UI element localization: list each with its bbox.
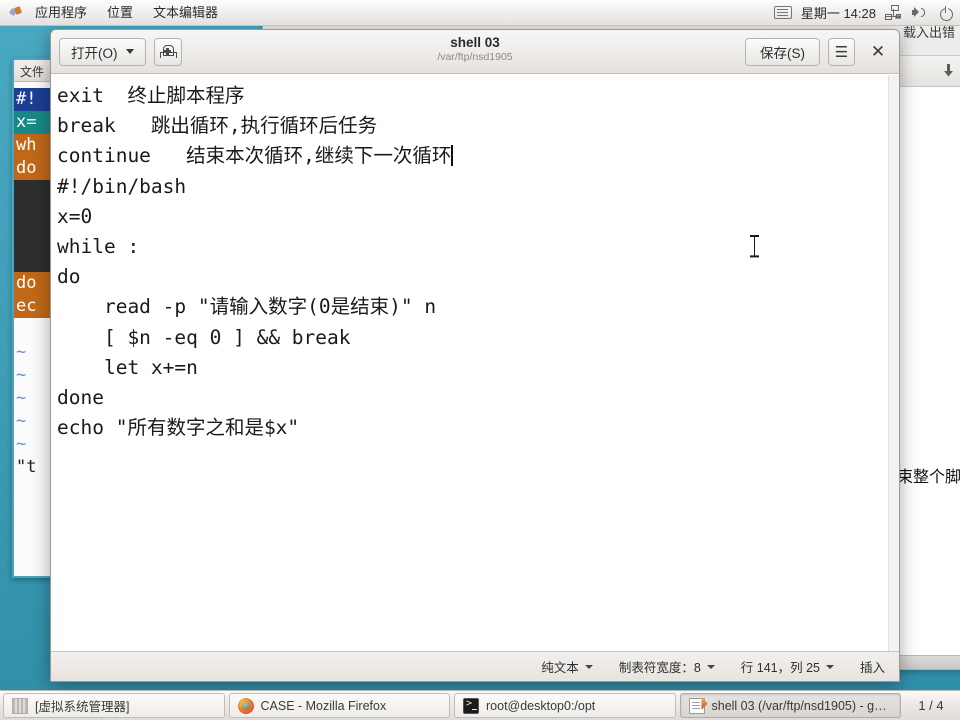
new-document-icon	[160, 45, 177, 58]
taskbar-item-label: CASE - Mozilla Firefox	[260, 698, 387, 713]
panel-menu-places[interactable]: 位置	[97, 0, 143, 25]
firefox-body-text: 束整个脚	[896, 469, 960, 486]
editor-block-2: #!/bin/bash x=0 while : do read -p "请输入数…	[57, 174, 437, 440]
volume-icon[interactable]	[911, 5, 928, 20]
panel-menu-text-editor[interactable]: 文本编辑器	[143, 0, 228, 25]
taskbar-item-label: shell 03 (/var/ftp/nsd1905) - g…	[711, 698, 887, 713]
gedit-icon	[688, 697, 705, 714]
status-position-label: 行 141，列 25	[740, 661, 820, 675]
open-button-label: 打开(O)	[71, 45, 118, 61]
editor-block-1: exit 终止脚本程序 break 跳出循环,执行循环后任务 continue …	[57, 84, 452, 168]
save-button[interactable]: 保存(S)	[745, 37, 820, 66]
status-language[interactable]: 纯文本	[541, 657, 593, 676]
new-document-button[interactable]	[153, 37, 182, 66]
power-icon[interactable]	[937, 5, 954, 20]
chevron-down-icon	[825, 664, 834, 669]
terminal-icon	[463, 697, 479, 714]
chevron-down-icon	[584, 664, 593, 669]
taskbar-item-terminal[interactable]: root@desktop0:/opt	[454, 693, 676, 718]
gedit-header-bar: 打开(O) shell 03 /var/ftp/nsd1905 保存(S) ☰ …	[51, 30, 899, 74]
taskbar-item-virt-manager[interactable]: [虚拟系统管理器]	[3, 693, 225, 718]
clock[interactable]: 星期一 14:28	[801, 3, 876, 22]
editor-text-content[interactable]: exit 终止脚本程序 break 跳出循环,执行循环后任务 continue …	[51, 75, 888, 651]
network-icon[interactable]	[885, 5, 902, 20]
status-language-label: 纯文本	[541, 661, 579, 675]
top-panel: 应用程序 位置 文本编辑器 星期一 14:28	[0, 0, 960, 26]
status-cursor-position[interactable]: 行 141，列 25	[741, 657, 834, 676]
status-tab-width[interactable]: 制表符宽度：8	[619, 657, 715, 676]
status-insert-mode-label: 插入	[859, 661, 885, 675]
close-icon[interactable]: ✕	[865, 39, 891, 65]
firefox-icon	[237, 697, 254, 714]
gnome-logo-icon	[9, 6, 23, 20]
open-button[interactable]: 打开(O)	[59, 37, 146, 66]
vertical-scrollbar[interactable]	[888, 75, 899, 651]
taskbar-item-gedit[interactable]: shell 03 (/var/ftp/nsd1905) - g…	[679, 693, 901, 718]
save-button-label: 保存(S)	[760, 45, 805, 61]
keyboard-icon[interactable]	[773, 6, 792, 19]
panel-menu-applications[interactable]: 应用程序	[25, 0, 97, 25]
status-insert-mode: 插入	[860, 657, 885, 676]
hamburger-menu-icon[interactable]: ☰	[828, 37, 855, 66]
gedit-document-area[interactable]: exit 终止脚本程序 break 跳出循环,执行循环后任务 continue …	[51, 74, 899, 651]
taskbar-item-label: root@desktop0:/opt	[486, 698, 596, 713]
gedit-window[interactable]: 打开(O) shell 03 /var/ftp/nsd1905 保存(S) ☰ …	[50, 29, 900, 682]
taskbar: [虚拟系统管理器] CASE - Mozilla Firefox root@de…	[0, 690, 960, 720]
workspace-switcher[interactable]: 1 / 4	[905, 693, 957, 718]
gedit-status-bar: 纯文本 制表符宽度：8 行 141，列 25 插入	[51, 651, 899, 681]
chevron-down-icon	[706, 664, 715, 669]
status-tab-width-label: 制表符宽度：8	[618, 661, 701, 675]
taskbar-item-label: [虚拟系统管理器]	[35, 700, 130, 714]
chevron-down-icon	[125, 49, 134, 54]
text-caret	[451, 145, 453, 167]
virt-manager-icon	[12, 697, 28, 714]
taskbar-item-firefox[interactable]: CASE - Mozilla Firefox	[228, 693, 450, 718]
